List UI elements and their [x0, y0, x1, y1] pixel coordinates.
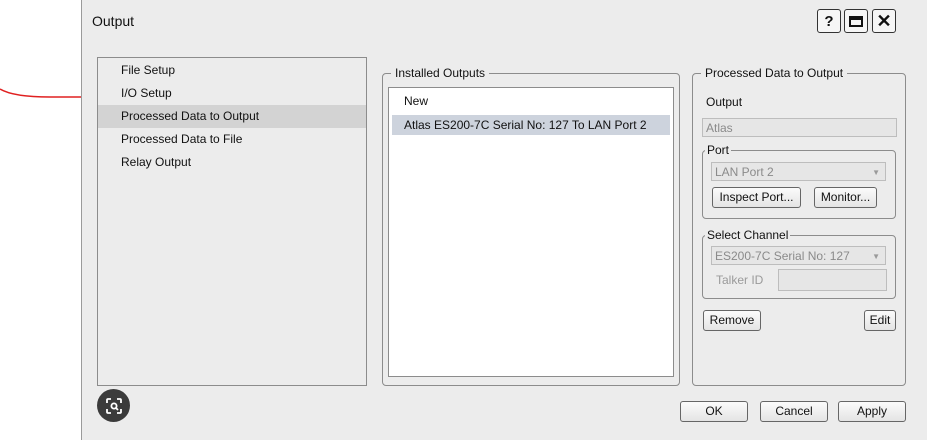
nav-item-io-setup[interactable]: I/O Setup: [98, 82, 366, 105]
nav-item-processed-data-to-output[interactable]: Processed Data to Output: [98, 105, 366, 128]
list-item-label: New: [404, 94, 429, 108]
talker-id-label: Talker ID: [716, 273, 764, 287]
chevron-down-icon: ▼: [872, 168, 880, 177]
camera-search-icon: [105, 397, 122, 414]
close-button[interactable]: ✕: [872, 9, 896, 33]
chevron-down-icon: ▼: [872, 252, 880, 261]
list-item-new[interactable]: New: [392, 91, 670, 111]
nav-item-label: Processed Data to File: [121, 132, 243, 146]
close-icon: ✕: [876, 10, 892, 31]
installed-outputs-list[interactable]: New Atlas ES200-7C Serial No: 127 To LAN…: [388, 87, 674, 377]
port-legend: Port: [707, 143, 730, 157]
remove-button[interactable]: Remove: [703, 310, 761, 331]
processed-data-group: Processed Data to Output: [692, 66, 906, 386]
nav-item-file-setup[interactable]: File Setup: [98, 59, 366, 82]
cancel-button[interactable]: Cancel: [760, 401, 828, 422]
nav-item-label: I/O Setup: [121, 86, 172, 100]
apply-label: Apply: [856, 404, 888, 418]
port-value: LAN Port 2: [715, 165, 774, 179]
channel-value: ES200-7C Serial No: 127: [715, 249, 850, 263]
cancel-label: Cancel: [775, 404, 813, 418]
output-dialog: Output ? ✕ File Setup I/O Setup Processe…: [81, 0, 927, 440]
apply-button[interactable]: Apply: [838, 401, 906, 422]
ok-label: OK: [705, 404, 723, 418]
output-field[interactable]: Atlas: [702, 118, 897, 137]
talker-id-field[interactable]: [778, 269, 887, 291]
list-item-label: Atlas ES200-7C Serial No: 127 To LAN Por…: [404, 118, 647, 132]
port-dropdown[interactable]: LAN Port 2 ▼: [711, 162, 886, 181]
monitor-label: Monitor...: [820, 190, 871, 204]
maximize-icon: [849, 15, 863, 27]
channel-dropdown[interactable]: ES200-7C Serial No: 127 ▼: [711, 246, 886, 265]
nav-item-label: Processed Data to Output: [121, 109, 260, 123]
processed-data-legend: Processed Data to Output: [705, 66, 844, 80]
edit-label: Edit: [869, 313, 891, 327]
output-label: Output: [706, 95, 743, 109]
inspect-port-button[interactable]: Inspect Port...: [712, 187, 801, 208]
select-channel-legend: Select Channel: [707, 228, 789, 242]
nav-item-label: Relay Output: [121, 155, 192, 169]
inspect-port-label: Inspect Port...: [719, 190, 794, 204]
settings-nav: File Setup I/O Setup Processed Data to O…: [97, 57, 367, 386]
nav-item-label: File Setup: [121, 63, 176, 77]
screenshot-lens-button[interactable]: [97, 389, 130, 422]
help-icon: ?: [824, 12, 834, 30]
monitor-button[interactable]: Monitor...: [814, 187, 877, 208]
title-bar: Output ? ✕: [82, 0, 927, 44]
window-title: Output: [92, 13, 135, 29]
help-button[interactable]: ?: [817, 9, 841, 33]
ok-button[interactable]: OK: [680, 401, 748, 422]
nav-item-processed-data-to-file[interactable]: Processed Data to File: [98, 128, 366, 151]
maximize-button[interactable]: [844, 9, 868, 33]
nav-item-relay-output[interactable]: Relay Output: [98, 151, 366, 174]
remove-label: Remove: [709, 313, 755, 327]
installed-outputs-legend: Installed Outputs: [395, 66, 486, 80]
list-item-atlas-output[interactable]: Atlas ES200-7C Serial No: 127 To LAN Por…: [392, 115, 670, 135]
edit-button[interactable]: Edit: [864, 310, 896, 331]
